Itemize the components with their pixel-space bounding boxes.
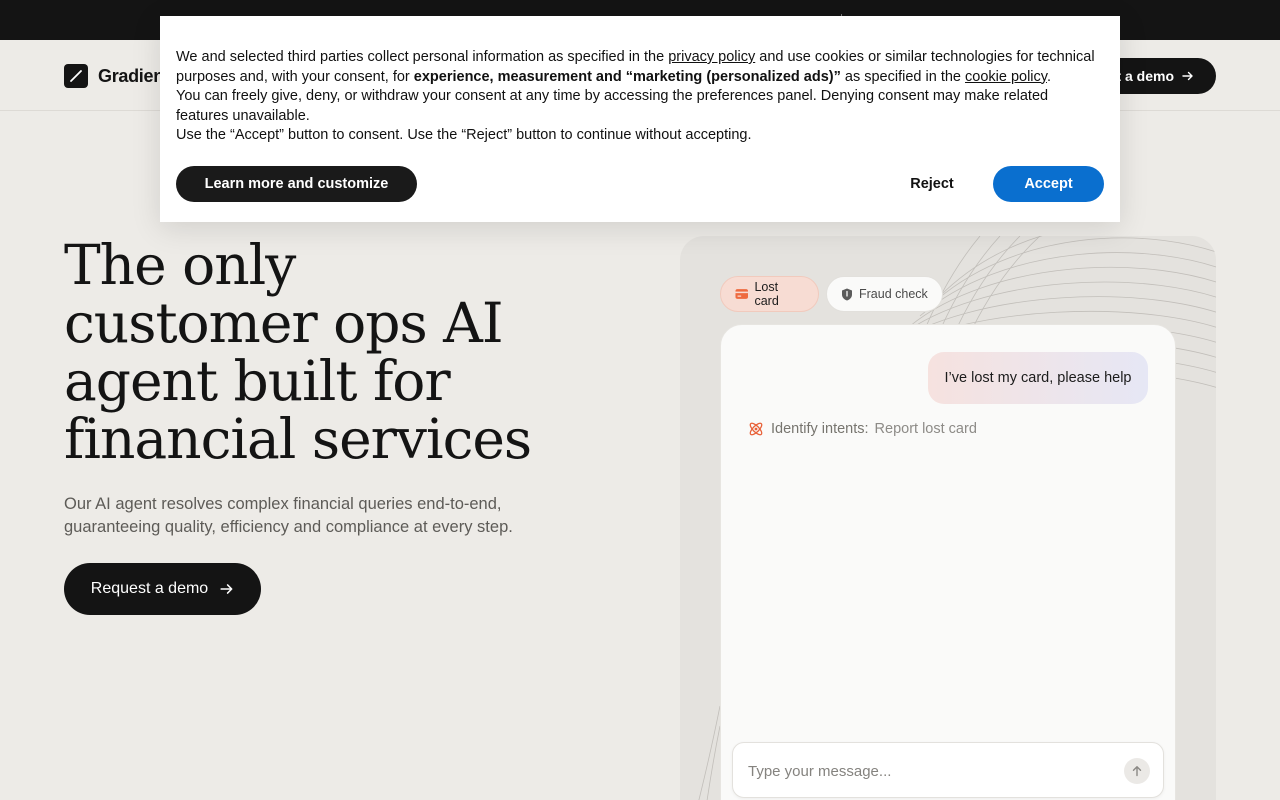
consent-text-part: as specified in the [840, 68, 966, 85]
chip-lost-card-label: Lost card [754, 280, 779, 308]
request-demo-label: Request a demo [90, 580, 209, 597]
consent-paragraph-2: You can freely give, deny, or withdraw y… [176, 88, 1049, 124]
consent-paragraph-1: We and selected third parties collect pe… [176, 49, 1095, 85]
hero-title-line: agent built for [64, 349, 451, 413]
reject-button[interactable]: Reject [900, 166, 964, 202]
hero-subtitle-line: guaranteeing quality, efficiency and com… [64, 518, 513, 536]
cookie-policy-link[interactable]: cookie policy [965, 69, 1047, 85]
send-button[interactable] [1124, 758, 1150, 784]
intent-value: Report lost card [874, 421, 977, 437]
consent-paragraph-3: Use the “Accept” button to consent. Use … [176, 127, 752, 144]
hero-subtitle-line: Our AI agent resolves complex financial … [64, 495, 502, 513]
chip-fraud-check-label: Fraud check [859, 287, 928, 301]
consent-text: We and selected third parties collect pe… [176, 48, 1096, 146]
accept-button[interactable]: Accept [993, 166, 1104, 202]
arrow-up-icon [1132, 766, 1142, 777]
consent-text-part: We and selected third parties collect pe… [176, 49, 669, 65]
learn-more-customize-button[interactable]: Learn more and customize [176, 166, 417, 202]
message-input[interactable] [748, 759, 1108, 783]
intent-status: Identify intents: Report lost card [747, 420, 977, 438]
hero-title-line: customer ops AI [64, 291, 504, 355]
user-message-text: I’ve lost my card, please help [944, 370, 1132, 386]
consent-purposes: experience, measurement and “marketing (… [413, 68, 841, 85]
hero-title-line: financial services [64, 407, 532, 471]
cookie-consent-dialog: We and selected third parties collect pe… [160, 16, 1120, 222]
chip-fraud-check[interactable]: Fraud check [826, 276, 943, 312]
message-composer [732, 742, 1164, 798]
hero-title-line: The only [64, 233, 296, 297]
intent-label: Identify intents: [771, 421, 869, 437]
arrow-right-icon [220, 584, 233, 594]
brand-name: Gradient [98, 65, 170, 86]
consent-text-part: . [1046, 68, 1051, 85]
card-icon [735, 289, 749, 299]
user-message-bubble: I’ve lost my card, please help [928, 352, 1148, 404]
atom-icon [749, 422, 763, 436]
chip-lost-card[interactable]: Lost card [720, 276, 819, 312]
slash-logo-icon [64, 64, 88, 88]
shield-icon [842, 288, 852, 300]
request-demo-button[interactable]: Request a demo [64, 563, 261, 615]
hero-subtitle: Our AI agent resolves complex financial … [64, 493, 564, 539]
arrow-right-icon [1182, 71, 1193, 81]
hero-title: The only customer ops AI agent built for… [64, 236, 624, 468]
brand-logo[interactable]: Gradient [64, 64, 170, 88]
privacy-policy-link[interactable]: privacy policy [668, 49, 755, 65]
